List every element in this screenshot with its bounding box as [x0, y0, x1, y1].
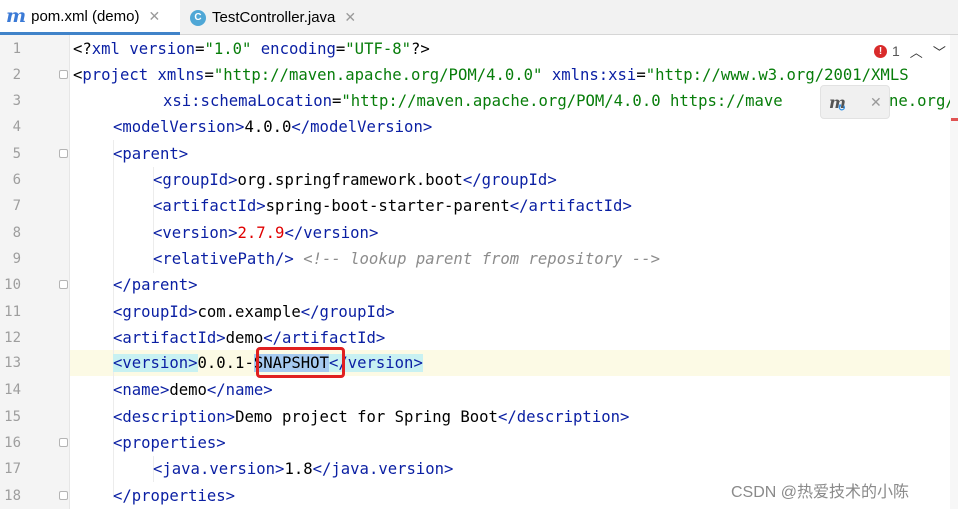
- line-number: 15: [4, 408, 21, 425]
- line-number: 4: [12, 119, 21, 136]
- line-number: 12: [4, 329, 21, 346]
- code-text: <version>2.7.9</version>: [153, 223, 379, 242]
- tab-test-controller[interactable]: C TestController.java ✕: [180, 0, 380, 35]
- code-line: 15 <description>Demo project for Spring …: [0, 404, 958, 430]
- editor-tab-bar: m pom.xml (demo) ✕ C TestController.java…: [0, 0, 958, 35]
- line-number: 2: [12, 66, 21, 83]
- line-number: 3: [12, 93, 21, 110]
- fold-marker-icon[interactable]: [59, 438, 68, 447]
- code-line: 1 <?xml version="1.0" encoding="UTF-8"?>: [0, 36, 958, 62]
- maven-reload-icon[interactable]: m ↻: [829, 93, 846, 114]
- tab-label: TestController.java: [212, 9, 336, 26]
- fold-marker-icon[interactable]: [59, 280, 68, 290]
- code-text: xsi:schemaLocation="http://maven.apache.…: [163, 92, 783, 111]
- code-line: 16 <properties>: [0, 430, 958, 456]
- line-number: 16: [4, 435, 21, 451]
- code-text: <?xml version="1.0" encoding="UTF-8"?>: [73, 39, 430, 58]
- code-text: <relativePath/> <!-- lookup parent from …: [153, 249, 660, 268]
- code-text: <artifactId>demo</artifactId>: [113, 328, 386, 347]
- code-text: <properties>: [113, 434, 226, 452]
- code-line: 14 <name>demo</name>: [0, 377, 958, 403]
- code-line: 12 <artifactId>demo</artifactId>: [0, 325, 958, 351]
- code-text: <artifactId>spring-boot-starter-parent</…: [153, 197, 632, 216]
- watermark: CSDN @热爱技术的小陈: [731, 484, 910, 501]
- code-line: 9 <relativePath/> <!-- lookup parent fro…: [0, 246, 958, 272]
- code-text: <project xmlns="http://maven.apache.org/…: [73, 65, 909, 84]
- code-text: <groupId>com.example</groupId>: [113, 302, 395, 321]
- maven-icon: m: [6, 4, 27, 27]
- maven-reload-popup: m ↻ ✕: [820, 85, 890, 119]
- line-number: 11: [4, 303, 21, 320]
- tab-label: pom.xml (demo): [31, 7, 140, 25]
- line-number: 10: [4, 277, 21, 294]
- line-number: 6: [12, 172, 21, 188]
- code-text: <groupId>org.springframework.boot</group…: [153, 171, 557, 189]
- line-number: 8: [12, 224, 21, 241]
- inspections-widget[interactable]: ! 1 ︿ ﹀: [874, 41, 946, 61]
- fold-marker-icon[interactable]: [59, 148, 68, 158]
- line-number: 17: [4, 461, 21, 478]
- tab-pom-xml[interactable]: m pom.xml (demo) ✕: [0, 0, 180, 35]
- code-text: <name>demo</name>: [113, 381, 273, 400]
- error-stripe-mark[interactable]: [951, 118, 958, 121]
- code-text: <description>Demo project for Spring Boo…: [113, 407, 630, 426]
- code-line: 8 <version>2.7.9</version>: [0, 220, 958, 246]
- editor-scrollbar[interactable]: [950, 35, 958, 509]
- code-text: ne.org/x: [889, 92, 958, 111]
- line-number: 5: [12, 145, 21, 162]
- fold-marker-icon[interactable]: [59, 490, 68, 500]
- chevron-up-icon[interactable]: ︿: [910, 42, 923, 61]
- code-text: <modelVersion>4.0.0</modelVersion>: [113, 118, 433, 137]
- code-text: <java.version>1.8</java.version>: [153, 460, 454, 479]
- code-line: 10 </parent>: [0, 272, 958, 298]
- matched-tag-open: <version>: [113, 354, 198, 373]
- code-text: </parent>: [113, 276, 198, 295]
- code-text: </properties>: [113, 486, 236, 505]
- annotation-highlight-box: [256, 347, 345, 378]
- line-number: 13: [4, 355, 21, 372]
- code-line: 3 xsi:schemaLocation="http://maven.apach…: [0, 88, 958, 114]
- chevron-down-icon[interactable]: ﹀: [933, 42, 946, 61]
- code-line: 4 <modelVersion>4.0.0</modelVersion>: [0, 114, 958, 140]
- line-number: 7: [12, 198, 21, 215]
- code-line: 6 <groupId>org.springframework.boot</gro…: [0, 167, 958, 193]
- line-number: 9: [12, 250, 21, 267]
- fold-marker-icon[interactable]: [59, 69, 68, 79]
- code-text: <parent>: [113, 144, 189, 163]
- code-line: 11 <groupId>com.example</groupId>: [0, 299, 958, 325]
- error-count: 1: [892, 43, 900, 59]
- line-number: 18: [4, 487, 21, 504]
- code-line-current: 13 <version>0.0.1-SNAPSHOT</version>: [0, 350, 958, 376]
- close-icon[interactable]: ✕: [148, 8, 160, 25]
- class-c-icon: C: [190, 9, 206, 26]
- line-number: 14: [4, 382, 21, 399]
- code-line: 7 <artifactId>spring-boot-starter-parent…: [0, 193, 958, 219]
- line-number: 1: [12, 40, 21, 57]
- code-line: 5 <parent>: [0, 141, 958, 167]
- close-icon[interactable]: ✕: [870, 94, 882, 111]
- code-line: 2 <project xmlns="http://maven.apache.or…: [0, 62, 958, 88]
- close-icon[interactable]: ✕: [344, 9, 356, 26]
- error-icon: !: [874, 44, 887, 58]
